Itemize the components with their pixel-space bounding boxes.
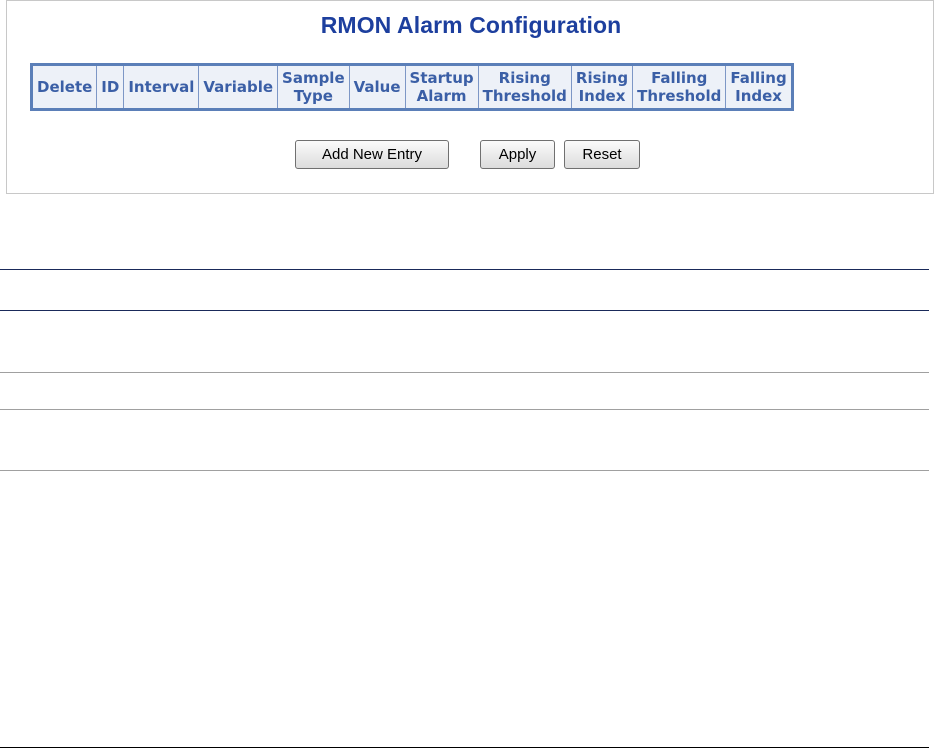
column-header-id: ID — [96, 64, 124, 110]
rmon-alarm-panel: RMON Alarm Configuration Delete ID Inter… — [6, 0, 934, 194]
column-header-value: Value — [348, 64, 406, 110]
apply-button[interactable]: Apply — [480, 140, 555, 169]
divider-line — [0, 409, 929, 410]
rmon-alarm-table: Delete ID Interval Variable Sample Type … — [30, 63, 794, 111]
divider-line — [0, 310, 929, 311]
column-header-startup-alarm: Startup Alarm — [404, 64, 479, 110]
column-header-rising-threshold: Rising Threshold — [477, 64, 572, 110]
divider-line — [0, 747, 929, 748]
column-header-rising-index: Rising Index — [570, 64, 633, 110]
reset-button[interactable]: Reset — [564, 140, 640, 169]
column-header-falling-threshold: Falling Threshold — [632, 64, 726, 110]
divider-line — [0, 372, 929, 373]
table-header-row: Delete ID Interval Variable Sample Type … — [31, 64, 793, 110]
column-header-sample-type: Sample Type — [277, 64, 350, 110]
add-new-entry-button[interactable]: Add New Entry — [295, 140, 449, 169]
column-header-interval: Interval — [123, 64, 199, 110]
divider-line — [0, 470, 929, 471]
column-header-falling-index: Falling Index — [725, 64, 793, 110]
column-header-variable: Variable — [198, 64, 278, 110]
column-header-delete: Delete — [31, 64, 97, 110]
divider-line — [0, 269, 929, 270]
page-title: RMON Alarm Configuration — [320, 12, 622, 38]
